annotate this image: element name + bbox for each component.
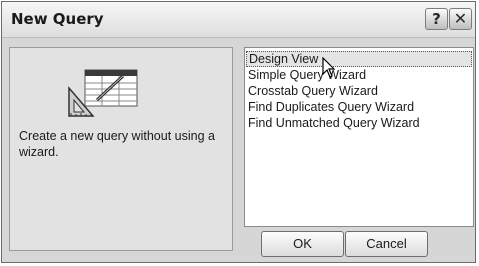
ok-button[interactable]: OK	[261, 231, 344, 257]
list-item-design-view[interactable]: Design View	[246, 51, 472, 67]
mouse-pointer-icon	[322, 57, 336, 78]
query-description: Create a new query without using a wizar…	[19, 129, 215, 159]
list-item-simple-query-wizard[interactable]: Simple Query Wizard	[246, 67, 472, 83]
help-button[interactable]: ?	[425, 8, 448, 30]
query-type-list[interactable]: Design View Simple Query Wizard Crosstab…	[244, 47, 474, 227]
query-design-icon	[68, 69, 138, 117]
dialog-title: New Query	[11, 10, 104, 28]
close-button[interactable]: ✕	[449, 8, 472, 30]
list-item-find-unmatched-query-wizard[interactable]: Find Unmatched Query Wizard	[246, 115, 472, 131]
list-item-find-duplicates-query-wizard[interactable]: Find Duplicates Query Wizard	[246, 99, 472, 115]
new-query-dialog: New Query ? ✕ Create a new query without…	[1, 1, 476, 263]
cancel-button[interactable]: Cancel	[345, 231, 428, 257]
list-item-crosstab-query-wizard[interactable]: Crosstab Query Wizard	[246, 83, 472, 99]
title-bar[interactable]: New Query ? ✕	[2, 2, 475, 38]
description-panel: Create a new query without using a wizar…	[9, 47, 233, 251]
